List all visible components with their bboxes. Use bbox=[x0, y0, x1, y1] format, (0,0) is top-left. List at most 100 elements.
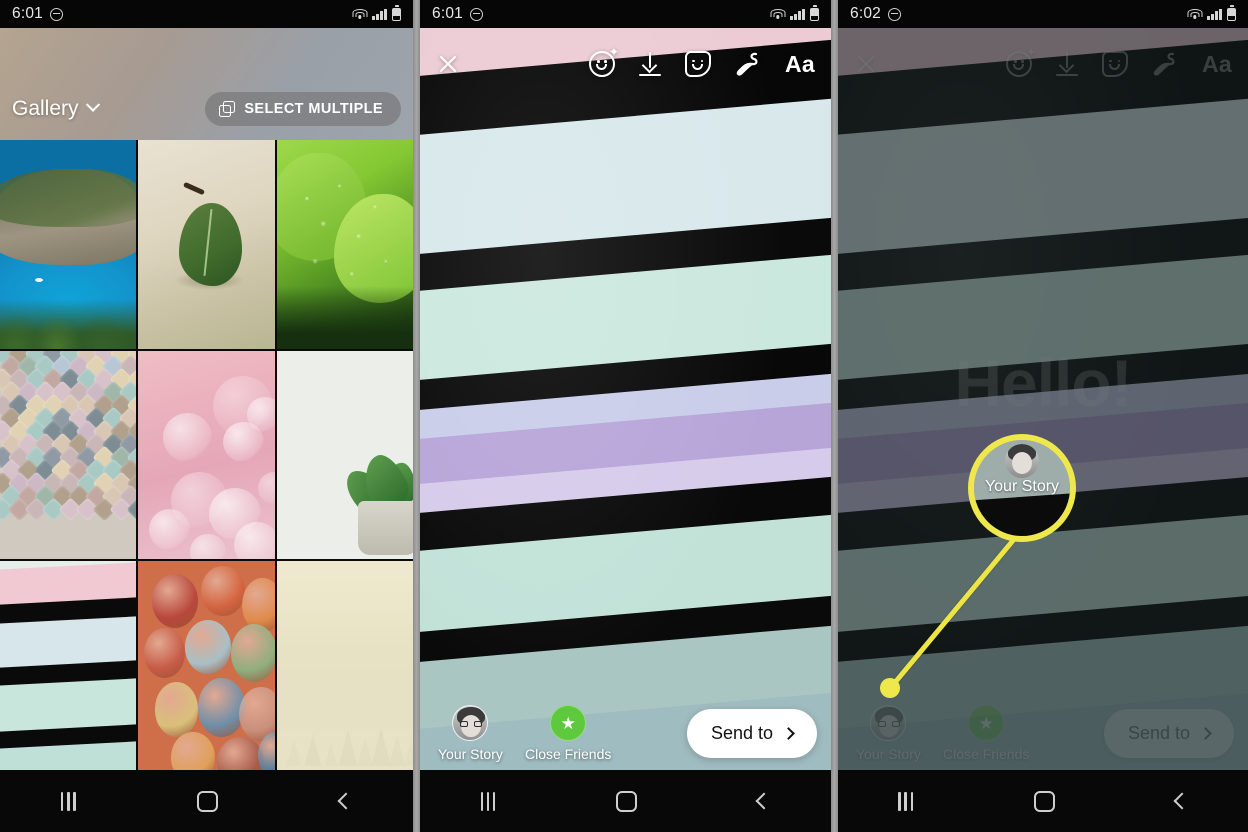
callout-anchor-dot bbox=[880, 678, 900, 698]
thumbnail-green-leaf-sand-photo[interactable] bbox=[138, 140, 275, 349]
thumbnail-misty-pine-forest-photo[interactable] bbox=[276, 561, 413, 770]
panel-divider-2 bbox=[831, 0, 838, 832]
android-nav-bar bbox=[838, 770, 1248, 832]
gallery-dropdown-label: Gallery bbox=[12, 97, 79, 120]
battery-icon bbox=[810, 5, 819, 21]
close-friends-label: Close Friends bbox=[943, 746, 1030, 762]
status-right bbox=[352, 5, 401, 21]
wifi-icon bbox=[770, 8, 786, 20]
phone-gallery-picker: 6:01 Gallery SELECT MULTIPLE bbox=[0, 0, 413, 832]
do-not-disturb-icon bbox=[887, 7, 901, 21]
close-friends-option[interactable]: ★ Close Friends bbox=[525, 705, 611, 762]
send-to-button[interactable]: Send to bbox=[1103, 709, 1234, 758]
android-nav-bar bbox=[0, 770, 413, 832]
status-time: 6:02 bbox=[850, 5, 881, 22]
text-icon[interactable]: Aa bbox=[1202, 51, 1232, 78]
thumbnail-pastel-stripes-photo[interactable] bbox=[0, 561, 137, 770]
stem-shape bbox=[183, 181, 206, 196]
avatar bbox=[1005, 444, 1039, 478]
effects-face-icon[interactable]: ✦ bbox=[588, 46, 619, 77]
draw-icon[interactable] bbox=[733, 51, 763, 77]
phone-story-editor-highlight: 6:02 ✦ Aa Hello! Your Story ★ Close Frie… bbox=[838, 0, 1248, 832]
thumbnail-pastel-diamond-tiles-photo[interactable] bbox=[0, 350, 137, 560]
draw-icon[interactable] bbox=[1150, 51, 1180, 77]
recents-icon[interactable] bbox=[898, 791, 914, 811]
cliff-shape bbox=[0, 169, 137, 266]
battery-icon bbox=[392, 5, 401, 21]
share-bar: Your Story ★ Close Friends Send to bbox=[838, 688, 1248, 770]
copy-icon bbox=[219, 101, 236, 117]
thumbnail-succulent-plant-photo[interactable] bbox=[276, 350, 413, 560]
thumbnail-colorful-pebbles-photo[interactable] bbox=[138, 561, 275, 770]
chevron-down-icon bbox=[85, 97, 100, 112]
share-bar: Your Story ★ Close Friends Send to bbox=[420, 688, 831, 770]
chevron-right-icon bbox=[1199, 727, 1212, 740]
your-story-label: Your Story bbox=[438, 746, 503, 762]
editor-toolbar: ✦ Aa bbox=[420, 40, 831, 88]
chevron-right-icon bbox=[782, 727, 795, 740]
download-icon[interactable] bbox=[637, 51, 663, 77]
story-image-canvas[interactable] bbox=[420, 28, 831, 770]
avatar bbox=[870, 705, 907, 741]
send-to-label: Send to bbox=[710, 723, 773, 743]
status-bar: 6:01 bbox=[0, 0, 413, 28]
signal-icon bbox=[790, 8, 805, 20]
editor-toolbar: ✦ Aa bbox=[838, 40, 1248, 88]
status-left: 6:01 bbox=[12, 5, 63, 23]
star-icon: ★ bbox=[550, 705, 587, 741]
signal-icon bbox=[1207, 8, 1222, 20]
do-not-disturb-icon bbox=[49, 7, 63, 21]
home-icon[interactable] bbox=[616, 790, 638, 812]
sticker-icon[interactable] bbox=[684, 51, 711, 77]
status-bar: 6:02 bbox=[838, 0, 1248, 28]
close-icon[interactable] bbox=[854, 52, 878, 76]
signal-icon bbox=[372, 8, 387, 20]
status-right bbox=[770, 5, 819, 21]
thumbnail-wet-green-leaves-photo[interactable] bbox=[276, 140, 413, 349]
magnified-your-story-label: Your Story bbox=[984, 478, 1060, 495]
back-icon[interactable] bbox=[1173, 792, 1191, 810]
close-friends-option[interactable]: ★ Close Friends bbox=[943, 705, 1029, 762]
status-left: 6:02 bbox=[850, 5, 901, 23]
foliage-shape bbox=[0, 298, 137, 349]
status-left: 6:01 bbox=[432, 5, 483, 23]
leaf-shape bbox=[179, 202, 242, 287]
phone-story-editor: 6:01 ✦ Aa Your Story ★ Close Friends Sen… bbox=[420, 0, 831, 832]
home-icon[interactable] bbox=[1033, 790, 1055, 812]
download-icon[interactable] bbox=[1054, 51, 1080, 77]
back-icon[interactable] bbox=[755, 792, 773, 810]
do-not-disturb-icon bbox=[469, 7, 483, 21]
home-icon[interactable] bbox=[197, 790, 219, 812]
send-to-label: Send to bbox=[1127, 723, 1190, 743]
thumbnail-beach-cove-photo[interactable] bbox=[0, 140, 137, 349]
recents-icon[interactable] bbox=[480, 791, 496, 811]
back-icon[interactable] bbox=[337, 792, 355, 810]
status-time: 6:01 bbox=[432, 5, 463, 22]
wifi-icon bbox=[352, 8, 368, 20]
select-multiple-button[interactable]: SELECT MULTIPLE bbox=[205, 92, 401, 126]
star-icon: ★ bbox=[968, 705, 1005, 741]
gallery-dropdown[interactable]: Gallery bbox=[12, 97, 100, 121]
status-bar: 6:01 bbox=[420, 0, 831, 28]
screenshot-board: 6:01 Gallery SELECT MULTIPLE 6:01 ✦ Aa Y… bbox=[0, 0, 1248, 832]
battery-icon bbox=[1227, 5, 1236, 21]
pot-shape bbox=[358, 500, 413, 556]
sticker-icon[interactable] bbox=[1101, 51, 1128, 77]
effects-face-icon[interactable]: ✦ bbox=[1005, 46, 1036, 77]
magnifier-callout: Your Story bbox=[968, 434, 1076, 542]
your-story-option[interactable]: Your Story bbox=[856, 705, 921, 762]
send-to-button[interactable]: Send to bbox=[686, 709, 817, 758]
thumbnail-pink-bokeh-photo[interactable] bbox=[138, 350, 275, 560]
close-friends-label: Close Friends bbox=[525, 746, 612, 762]
status-time: 6:01 bbox=[12, 5, 43, 22]
status-right bbox=[1187, 5, 1236, 21]
your-story-option[interactable]: Your Story bbox=[438, 705, 503, 762]
boat-shape bbox=[35, 277, 44, 282]
android-nav-bar bbox=[420, 770, 831, 832]
select-multiple-label: SELECT MULTIPLE bbox=[244, 101, 383, 117]
avatar bbox=[452, 705, 489, 741]
recents-icon[interactable] bbox=[60, 791, 76, 811]
hello-overlay-text: Hello! bbox=[954, 346, 1132, 420]
text-icon[interactable]: Aa bbox=[785, 51, 815, 78]
close-icon[interactable] bbox=[436, 52, 460, 76]
